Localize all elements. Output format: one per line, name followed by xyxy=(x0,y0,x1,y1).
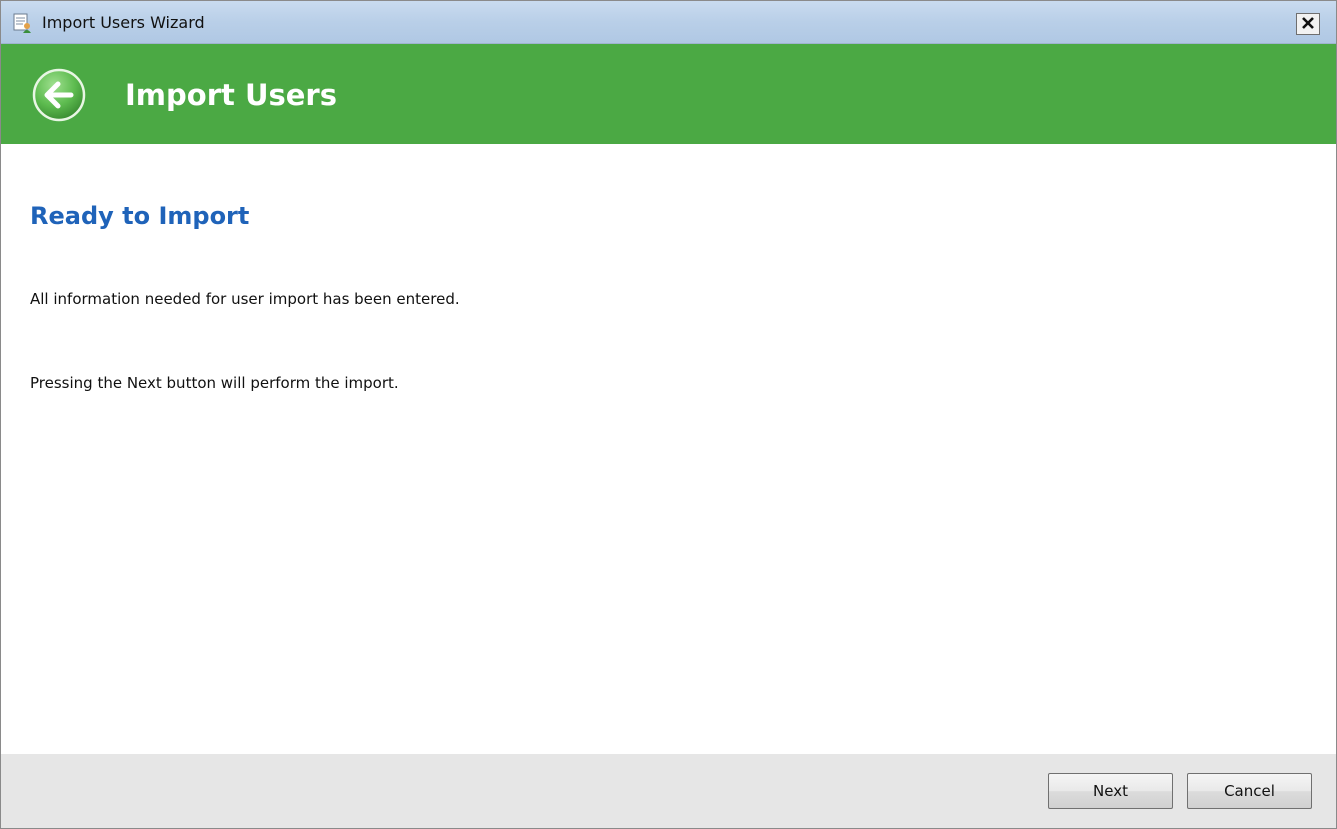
main-content: Ready to Import All information needed f… xyxy=(1,144,1336,754)
section-heading: Ready to Import xyxy=(30,202,250,230)
title-bar[interactable]: Import Users Wizard xyxy=(1,1,1336,44)
header-band: Import Users xyxy=(1,44,1336,144)
window-title: Import Users Wizard xyxy=(42,13,205,32)
button-bar: Next Cancel xyxy=(1,754,1336,828)
cancel-button[interactable]: Cancel xyxy=(1187,773,1312,809)
close-button[interactable] xyxy=(1296,13,1320,35)
page-title: Import Users xyxy=(125,78,337,112)
app-icon xyxy=(13,13,33,33)
back-button[interactable] xyxy=(32,68,86,122)
close-icon xyxy=(1301,15,1315,34)
wizard-window: Import Users Wizard Import Users Ready t… xyxy=(0,0,1337,829)
back-arrow-icon xyxy=(32,68,86,126)
instruction-text: Pressing the Next button will perform th… xyxy=(30,374,399,392)
next-button[interactable]: Next xyxy=(1048,773,1173,809)
info-text: All information needed for user import h… xyxy=(30,290,460,308)
